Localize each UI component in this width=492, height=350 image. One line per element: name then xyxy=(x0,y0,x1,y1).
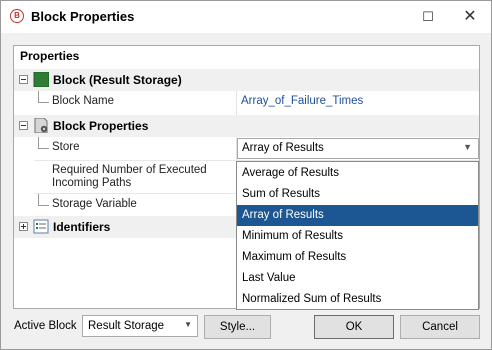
block-square-icon xyxy=(33,72,49,87)
collapse-toggle-icon[interactable] xyxy=(19,75,28,84)
chevron-down-icon[interactable]: ▼ xyxy=(463,142,472,152)
tree-connector xyxy=(38,194,49,206)
active-block-select[interactable]: Result Storage ▼ xyxy=(82,315,198,337)
store-selected-value: Array of Results xyxy=(242,142,324,154)
chevron-down-icon: ▼ xyxy=(184,320,192,329)
property-label: Store xyxy=(52,141,80,153)
identifiers-list-icon xyxy=(33,219,49,234)
title-bar: B Block Properties ☐ ✕ xyxy=(1,1,491,33)
cancel-button[interactable]: Cancel xyxy=(400,315,480,339)
dropdown-option[interactable]: Last Value xyxy=(237,268,478,289)
dropdown-option[interactable]: Minimum of Results xyxy=(237,226,478,247)
maximize-button[interactable]: ☐ xyxy=(410,1,446,33)
ok-button[interactable]: OK xyxy=(314,315,394,339)
tree-connector xyxy=(38,91,49,103)
window-title: Block Properties xyxy=(31,9,135,24)
dropdown-option[interactable]: Average of Results xyxy=(237,163,478,184)
grid-header: Properties xyxy=(20,49,80,63)
dropdown-option[interactable]: Normalized Sum of Results xyxy=(237,289,478,310)
style-button[interactable]: Style... xyxy=(204,315,271,339)
block-name-value[interactable]: Array_of_Failure_Times xyxy=(241,95,363,107)
store-options-list[interactable]: Average of Results Sum of Results Array … xyxy=(236,161,479,310)
tree-connector xyxy=(38,137,49,149)
property-label: Block Name xyxy=(52,95,114,107)
app-logo-icon: B xyxy=(10,9,24,23)
dropdown-option[interactable]: Sum of Results xyxy=(237,184,478,205)
category-block-result-storage[interactable]: Block (Result Storage) xyxy=(14,69,479,91)
dropdown-option[interactable]: Maximum of Results xyxy=(237,247,478,268)
category-block-properties[interactable]: Block Properties xyxy=(14,115,479,137)
category-label: Block (Result Storage) xyxy=(53,73,182,87)
active-block-value: Result Storage xyxy=(88,320,165,332)
category-label: Block Properties xyxy=(53,119,149,133)
property-label: Required Number of Executed Incoming Pat… xyxy=(52,164,207,189)
column-divider xyxy=(236,91,237,115)
store-dropdown[interactable]: Array of Results ▼ xyxy=(237,138,479,159)
collapse-toggle-icon[interactable] xyxy=(19,121,28,130)
block-settings-icon xyxy=(34,118,48,133)
close-button[interactable]: ✕ xyxy=(452,1,488,33)
property-row-block-name[interactable]: Block Name Array_of_Failure_Times xyxy=(14,91,479,115)
active-block-label: Active Block xyxy=(14,320,77,332)
category-label: Identifiers xyxy=(53,220,111,234)
maximize-icon: ☐ xyxy=(422,9,434,24)
dropdown-option-selected[interactable]: Array of Results xyxy=(237,205,478,226)
block-properties-dialog: B Block Properties ☐ ✕ Properties Block … xyxy=(0,0,492,350)
expand-toggle-icon[interactable] xyxy=(19,222,28,231)
close-icon: ✕ xyxy=(463,8,477,25)
property-label: Storage Variable xyxy=(52,198,137,210)
